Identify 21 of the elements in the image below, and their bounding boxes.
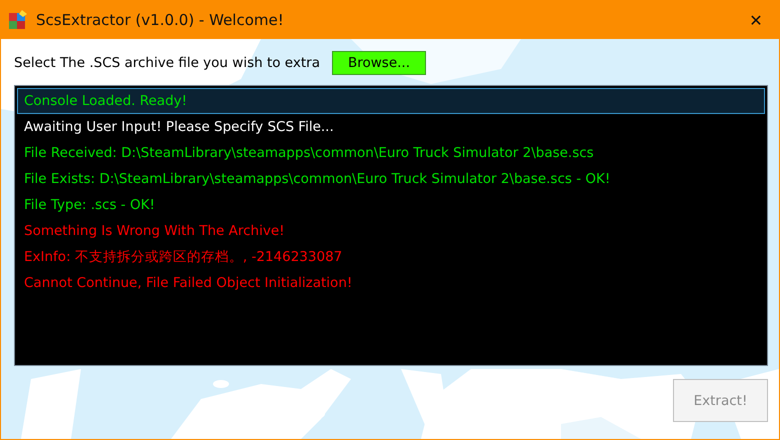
console-text: File Received: D:\SteamLibrary\steamapps\common\Euro Truck Simulator 2\base.scs <box>24 145 594 161</box>
console-row[interactable]: Console Loaded. Ready! <box>17 88 765 114</box>
browse-button[interactable]: Browse... <box>332 51 426 75</box>
console-row[interactable]: Awaiting User Input! Please Specify SCS File... <box>17 114 765 140</box>
console-text: ExInfo: 不支持拆分或跨区的存档。, -2146233087 <box>24 249 342 265</box>
console-text: Cannot Continue, File Failed Object Initialization! <box>24 275 352 291</box>
console-row[interactable]: Something Is Wrong With The Archive! <box>17 218 765 244</box>
console-text: Something Is Wrong With The Archive! <box>24 223 285 239</box>
console-row[interactable]: File Type: .scs - OK! <box>17 192 765 218</box>
instruction-label: Select The .SCS archive file you wish to extra <box>14 55 321 71</box>
console-row[interactable]: Cannot Continue, File Failed Object Initialization! <box>17 270 765 296</box>
window-title: ScsExtractor (v1.0.0) - Welcome! <box>36 11 284 29</box>
console-row[interactable]: File Exists: D:\SteamLibrary\steamapps\common\Euro Truck Simulator 2\base.scs - OK! <box>17 166 765 192</box>
app-icon <box>8 10 28 30</box>
console-text: Awaiting User Input! Please Specify SCS File... <box>24 119 334 135</box>
close-button[interactable]: ✕ <box>733 1 779 39</box>
console-text: Console Loaded. Ready! <box>24 93 188 109</box>
console-row[interactable]: ExInfo: 不支持拆分或跨区的存档。, -2146233087 <box>17 244 765 270</box>
console-row[interactable]: File Received: D:\SteamLibrary\steamapps\common\Euro Truck Simulator 2\base.scs <box>17 140 765 166</box>
console-text: File Exists: D:\SteamLibrary\steamapps\common\Euro Truck Simulator 2\base.scs - OK! <box>24 171 610 187</box>
console-text: File Type: .scs - OK! <box>24 197 155 213</box>
